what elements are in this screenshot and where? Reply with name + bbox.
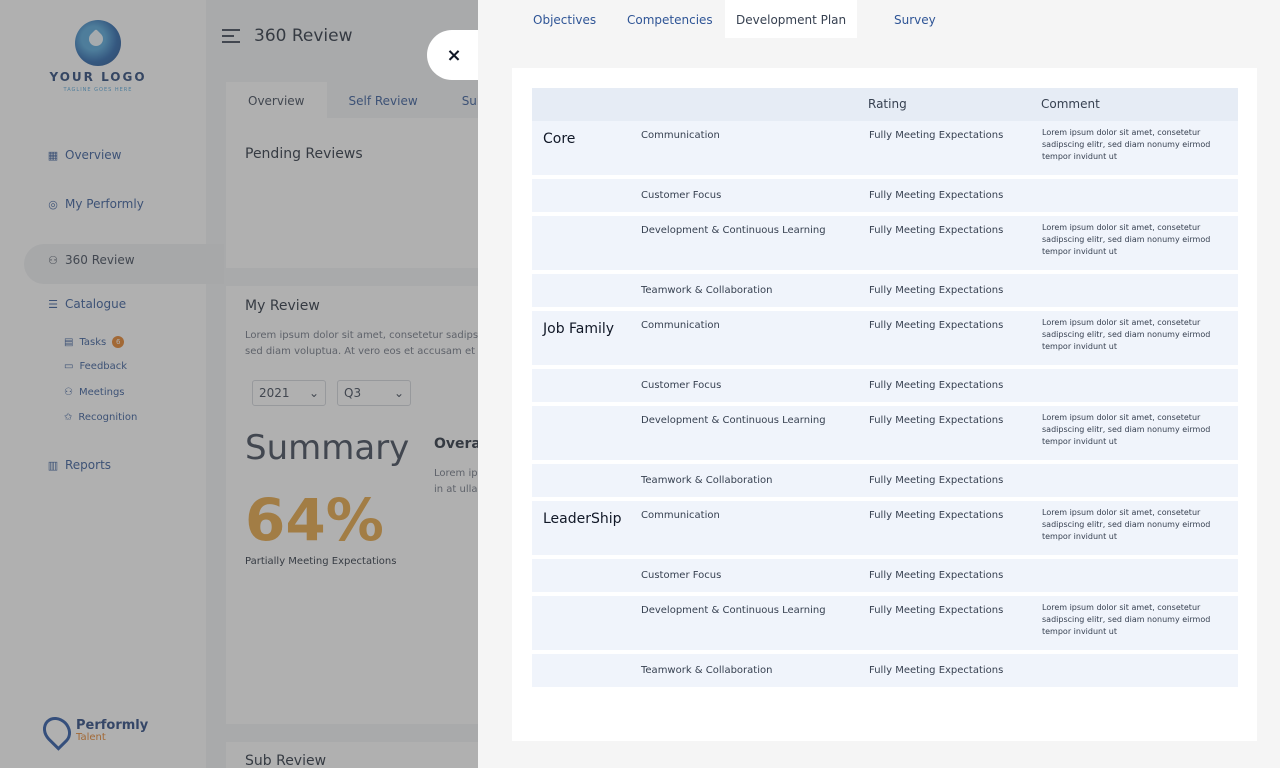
- panel-content: Rating Comment Core Communication Fully Me…: [512, 68, 1257, 741]
- competency-cell: Communication: [641, 130, 720, 141]
- competency-cell: Development & Continuous Learning: [641, 225, 826, 236]
- tab-development-plan[interactable]: Development Plan: [725, 0, 858, 38]
- rating-cell: Fully Meeting Expectations: [869, 285, 1004, 296]
- table-row: Teamwork & Collaboration Fully Meeting Ex…: [532, 274, 1238, 307]
- comment-cell: Lorem ipsum dolor sit amet, consetetur s…: [1042, 603, 1211, 636]
- rating-column-header: Rating: [868, 97, 907, 111]
- rating-cell: Fully Meeting Expectations: [869, 415, 1004, 426]
- rating-cell: Fully Meeting Expectations: [869, 225, 1004, 236]
- competency-cell: Customer Focus: [641, 190, 722, 201]
- competency-cell: Teamwork & Collaboration: [641, 665, 773, 676]
- comment-column-header: Comment: [1041, 97, 1100, 111]
- table-row: Development & Continuous Learning Fully M…: [532, 406, 1238, 460]
- rating-cell: Fully Meeting Expectations: [869, 130, 1004, 141]
- close-icon: ×: [446, 44, 462, 66]
- table-row: Customer Focus Fully Meeting Expectations: [532, 179, 1238, 212]
- rating-cell: Fully Meeting Expectations: [869, 475, 1004, 486]
- competency-group-label: Core: [543, 131, 576, 147]
- table-row: Job Family Communication Fully Meeting Exp…: [532, 311, 1238, 365]
- rating-cell: Fully Meeting Expectations: [869, 570, 1004, 581]
- table-row: Development & Continuous Learning Fully M…: [532, 216, 1238, 270]
- comment-cell: Lorem ipsum dolor sit amet, consetetur s…: [1042, 128, 1211, 161]
- table-row: Teamwork & Collaboration Fully Meeting Ex…: [532, 654, 1238, 687]
- competency-group-label: Job Family: [543, 321, 615, 337]
- comment-cell: Lorem ipsum dolor sit amet, consetetur s…: [1042, 318, 1211, 351]
- table-row: Customer Focus Fully Meeting Expectations: [532, 369, 1238, 402]
- rating-cell: Fully Meeting Expectations: [869, 320, 1004, 331]
- table-row: Core Communication Fully Meeting Expectati…: [532, 121, 1238, 175]
- table-header: Rating Comment: [532, 88, 1238, 121]
- table-row: Customer Focus Fully Meeting Expectations: [532, 559, 1238, 592]
- rating-cell: Fully Meeting Expectations: [869, 510, 1004, 521]
- comment-cell: Lorem ipsum dolor sit amet, consetetur s…: [1042, 413, 1211, 446]
- review-detail-panel: Objectives Competencies Development Plan…: [478, 0, 1280, 768]
- table-row: Teamwork & Collaboration Fully Meeting Ex…: [532, 464, 1238, 497]
- competency-cell: Customer Focus: [641, 380, 722, 391]
- tab-survey[interactable]: Survey: [883, 0, 947, 38]
- table-row: Development & Continuous Learning Fully M…: [532, 596, 1238, 650]
- competency-table: Rating Comment Core Communication Fully Me…: [532, 88, 1238, 687]
- competency-group-label: LeaderShip: [543, 511, 622, 527]
- comment-cell: Lorem ipsum dolor sit amet, consetetur s…: [1042, 508, 1211, 541]
- comment-cell: Lorem ipsum dolor sit amet, consetetur s…: [1042, 223, 1211, 256]
- competency-cell: Communication: [641, 510, 720, 521]
- rating-cell: Fully Meeting Expectations: [869, 665, 1004, 676]
- rating-cell: Fully Meeting Expectations: [869, 380, 1004, 391]
- rating-cell: Fully Meeting Expectations: [869, 190, 1004, 201]
- rating-cell: Fully Meeting Expectations: [869, 605, 1004, 616]
- competency-cell: Development & Continuous Learning: [641, 605, 826, 616]
- table-row: LeaderShip Communication Fully Meeting Exp…: [532, 501, 1238, 555]
- competency-cell: Teamwork & Collaboration: [641, 285, 773, 296]
- competency-cell: Development & Continuous Learning: [641, 415, 826, 426]
- competency-cell: Teamwork & Collaboration: [641, 475, 773, 486]
- tab-objectives[interactable]: Objectives: [522, 0, 607, 38]
- competency-cell: Communication: [641, 320, 720, 331]
- tab-competencies[interactable]: Competencies: [616, 0, 724, 38]
- competency-cell: Customer Focus: [641, 570, 722, 581]
